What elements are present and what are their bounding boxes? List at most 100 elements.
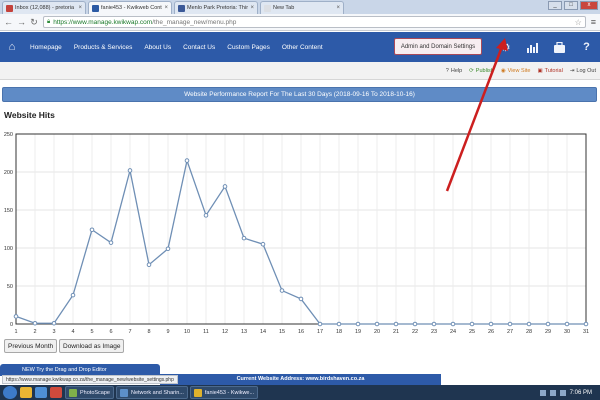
data-point [431,321,437,327]
url-input[interactable]: 🔒︎ https://www.manage.kwikwap.com /the_m… [43,16,586,28]
browser-tab-kwikweb[interactable]: fanie453 - Kwikweb Cont × [88,1,172,14]
settings-gears-icon[interactable]: ⚙ [492,32,519,62]
data-point [564,321,570,327]
x-tick-label: 13 [241,329,247,335]
browser-tab-new[interactable]: New Tab × [260,1,344,14]
browser-menu-icon[interactable]: ≡ [591,17,596,27]
x-tick-label: 31 [583,329,589,335]
briefcase-glyph [554,41,565,53]
close-window-button[interactable]: x [580,1,598,10]
bar-chart-icon[interactable] [519,32,546,62]
x-tick-label: 2 [33,329,36,335]
y-tick-label: 250 [4,132,13,138]
x-tick-label: 26 [488,329,494,335]
reload-icon[interactable]: ↻ [30,17,38,28]
nav-homepage[interactable]: Homepage [24,44,68,51]
bookmark-star-icon[interactable]: ☆ [575,18,582,27]
close-tab-icon[interactable]: × [164,5,168,11]
close-tab-icon[interactable]: × [250,5,254,11]
y-tick-label: 150 [4,208,13,214]
gmail-favicon-icon [6,4,13,12]
admin-domain-settings-tooltip[interactable]: Admin and Domain Settings [394,38,482,55]
navbar-icon-group: ⚙ ? [492,32,600,62]
data-point [298,296,304,302]
start-button-icon[interactable] [3,386,17,399]
network-icon [119,388,128,397]
report-header: Website Performance Report For The Last … [2,87,597,102]
x-tick-label: 10 [184,329,190,335]
refresh-icon: ⟳ [469,67,474,74]
x-tick-label: 25 [469,329,475,335]
x-tick-label: 3 [52,329,55,335]
back-arrow-icon[interactable]: ← [4,17,13,27]
data-point [146,262,152,268]
nav-other-content[interactable]: Other Content [276,44,329,51]
x-tick-label: 21 [393,329,399,335]
x-tick-label: 14 [260,329,266,335]
x-tick-label: 5 [90,329,93,335]
minimize-button[interactable]: _ [548,1,562,10]
y-tick-label: 100 [4,246,13,252]
briefcase-icon[interactable] [546,32,573,62]
maximize-button[interactable]: □ [564,1,578,10]
x-tick-label: 22 [412,329,418,335]
status-bar-url: https://www.manage.kwikwap.co.za/the_man… [2,375,178,384]
taskbar-photoscape[interactable]: PhotoScape [65,386,114,399]
data-point [89,227,95,233]
new-tab-favicon-icon [264,4,271,12]
data-point [279,288,285,293]
chrome-icon [193,388,202,397]
video-icon: ▣ [537,67,543,74]
browser-tab-facebook[interactable]: Menlo Park Pretoria: Thin × [174,1,258,14]
nav-contact-us[interactable]: Contact Us [177,44,221,51]
view-site-link[interactable]: ◉ View Site [501,68,531,74]
data-point [583,321,589,327]
forward-arrow-icon[interactable]: → [17,17,26,27]
y-tick-label: 50 [7,284,13,290]
data-point [13,314,19,319]
taskbar-chrome-kwikweb[interactable]: fanie453 - Kwikwe... [189,386,259,399]
publish-link[interactable]: ⟳ Publish [469,68,494,74]
app-icon[interactable] [50,387,62,398]
close-tab-icon[interactable]: × [78,5,82,11]
nav-products-services[interactable]: Products & Services [68,44,139,51]
tray-icon[interactable] [559,389,566,396]
clock-time: 7:06 PM [569,389,592,396]
taskbar-network-sharing[interactable]: Network and Sharin... [115,386,188,399]
x-tick-label: 30 [564,329,570,335]
current-website-address: Current Website Address: www.birdshaven.… [160,374,441,385]
tray-icon[interactable] [549,389,556,396]
close-tab-icon[interactable]: × [336,5,340,11]
browser-tab-strip: Inbox (12,088) - pretoria × fanie453 - K… [0,0,600,14]
browser-address-bar: ← → ↻ 🔒︎ https://www.manage.kwikwap.com … [0,14,600,31]
x-tick-label: 16 [298,329,304,335]
x-tick-label: 12 [222,329,228,335]
x-tick-label: 20 [374,329,380,335]
nav-custom-pages[interactable]: Custom Pages [221,44,276,51]
data-point [412,321,418,327]
photoscape-icon [69,388,77,397]
nav-about-us[interactable]: About Us [138,44,177,51]
data-point [488,321,494,327]
data-point [355,321,361,327]
tray-icon[interactable] [539,389,546,396]
previous-month-button[interactable]: Previous Month [4,339,58,353]
x-tick-label: 17 [317,329,323,335]
y-tick-label: 200 [4,170,13,176]
log-out-link[interactable]: ⇥ Log Out [570,68,596,74]
help-question-icon[interactable]: ? [573,32,600,62]
data-point [545,321,551,327]
x-tick-label: 7 [128,329,131,335]
data-point [184,158,190,163]
help-link[interactable]: ? Help [446,68,462,74]
data-point [203,213,209,218]
folder-icon[interactable] [20,387,32,398]
tutorial-link[interactable]: ▣ Tutorial [537,68,562,74]
home-icon[interactable]: ⌂ [0,32,24,62]
window-controls: _ □ x [548,1,598,10]
download-as-image-button[interactable]: Download as Image [59,339,125,353]
media-icon[interactable] [35,387,47,398]
browser-tab-gmail[interactable]: Inbox (12,088) - pretoria × [2,1,86,14]
data-point [374,321,380,327]
x-tick-label: 28 [526,329,532,335]
